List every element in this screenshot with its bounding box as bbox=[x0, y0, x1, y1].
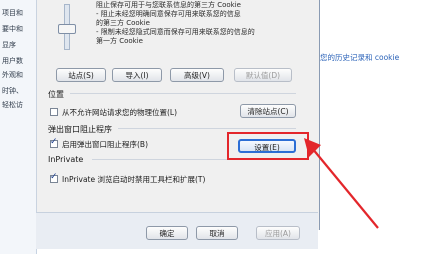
location-section-title: 位置 bbox=[48, 90, 64, 99]
popup-blocker-divider bbox=[118, 128, 296, 129]
background-item: 项目和 bbox=[2, 9, 23, 17]
arrow-shaft bbox=[311, 147, 379, 229]
never-allow-location-label: 从不允许网站请求您的物理位置(L) bbox=[62, 108, 178, 117]
location-divider bbox=[70, 93, 296, 94]
privacy-slider-thumb[interactable] bbox=[58, 24, 76, 34]
inprivate-section-title: InPrivate bbox=[48, 155, 84, 164]
ok-button[interactable]: 确定 bbox=[146, 226, 188, 240]
default-button[interactable]: 默认值(D) bbox=[234, 68, 292, 82]
cancel-button[interactable]: 取消 bbox=[196, 226, 238, 240]
inprivate-disable-toolbars-checkbox[interactable] bbox=[50, 172, 58, 183]
advanced-button[interactable]: 高级(V) bbox=[170, 68, 224, 82]
import-button[interactable]: 导入(I) bbox=[112, 68, 162, 82]
background-window-sidebar: 项目和 要中和 显序 用户数 外观和 时钟、 轻松访 bbox=[0, 0, 37, 254]
history-cookie-link[interactable]: 您的历史记录和 cookie bbox=[320, 52, 399, 63]
clear-sites-button[interactable]: 清除站点(C) bbox=[240, 104, 296, 118]
background-item: 用户数 bbox=[2, 57, 23, 65]
background-item: 轻松访 bbox=[2, 101, 23, 109]
background-item: 时钟、 bbox=[2, 87, 23, 95]
apply-button[interactable]: 应用(A) bbox=[256, 226, 300, 240]
privacy-description-line: 第一方 Cookie bbox=[96, 37, 143, 45]
never-allow-location-checkbox[interactable] bbox=[50, 108, 58, 116]
background-item: 要中和 bbox=[2, 25, 23, 33]
enable-popup-blocker-checkbox[interactable] bbox=[50, 137, 58, 148]
sites-button[interactable]: 站点(S) bbox=[56, 68, 106, 82]
background-item: 显序 bbox=[2, 41, 16, 49]
background-item: 外观和 bbox=[2, 71, 23, 79]
settings-callout-box bbox=[227, 132, 309, 160]
red-arrow-icon bbox=[304, 138, 379, 229]
popup-blocker-section-title: 弹出窗口阻止程序 bbox=[48, 125, 112, 134]
enable-popup-blocker-label: 启用弹出窗口阻止程序(B) bbox=[62, 140, 148, 149]
inprivate-disable-toolbars-label: InPrivate 浏览启动时禁用工具栏和扩展(T) bbox=[62, 175, 206, 184]
